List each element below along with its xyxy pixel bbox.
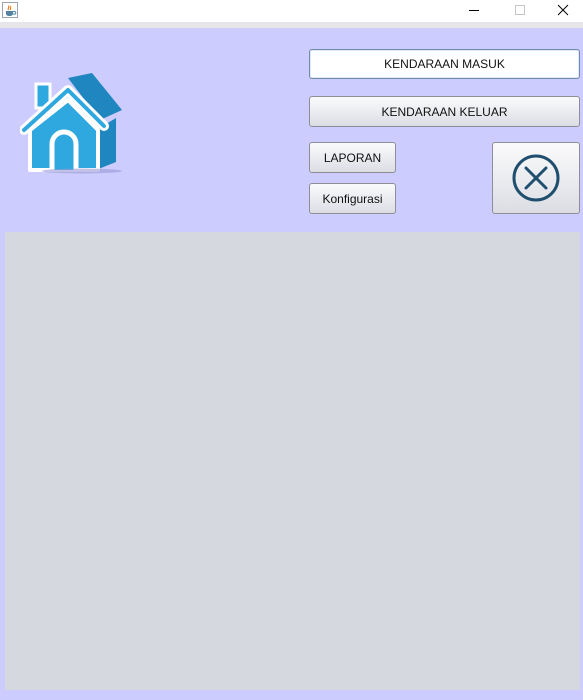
maximize-icon xyxy=(515,5,525,15)
maximize-button[interactable] xyxy=(497,0,543,20)
circle-x-icon xyxy=(512,154,560,202)
close-icon xyxy=(557,4,568,16)
title-bar xyxy=(0,0,583,22)
main-window-content: KENDARAAN MASUK KENDARAAN KELUAR LAPORAN… xyxy=(0,28,583,700)
minimize-icon xyxy=(469,10,479,11)
house-icon xyxy=(19,72,130,174)
main-panel xyxy=(5,232,580,690)
exit-button[interactable] xyxy=(492,142,580,214)
java-cup-icon[interactable] xyxy=(2,2,18,18)
kendaraan-masuk-button[interactable]: KENDARAAN MASUK xyxy=(309,49,580,79)
konfigurasi-button[interactable]: Konfigurasi xyxy=(309,183,396,214)
laporan-button[interactable]: LAPORAN xyxy=(309,142,396,173)
minimize-button[interactable] xyxy=(451,0,497,20)
close-window-button[interactable] xyxy=(542,0,583,20)
kendaraan-keluar-button[interactable]: KENDARAAN KELUAR xyxy=(309,96,580,127)
